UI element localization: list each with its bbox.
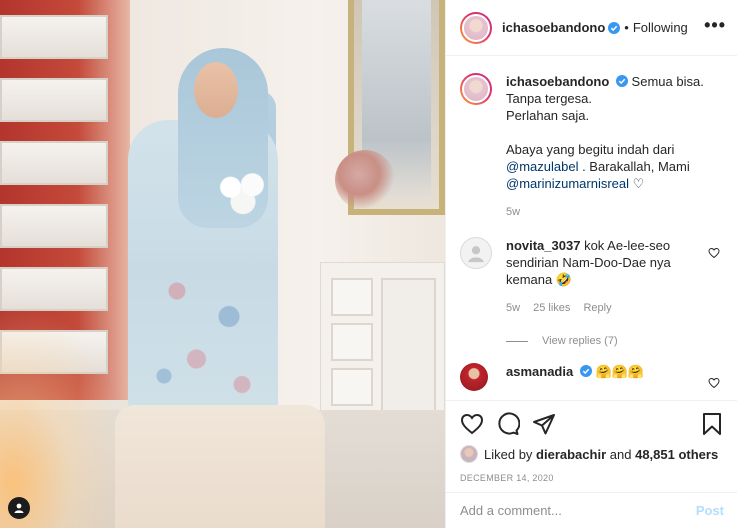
comments-list[interactable]: ichasoebandono Semua bisa. Tanpa tergesa…: [446, 57, 737, 400]
comment-item: asmanadia 🤗🤗🤗: [460, 363, 724, 391]
photo-shutter: [0, 15, 108, 59]
post-side-panel: ichasoebandono • Following ••• ichasoeba…: [445, 0, 737, 528]
user-tag-icon[interactable]: [8, 497, 30, 519]
view-replies-label: View replies (7): [542, 335, 618, 347]
photo-embroidery: [138, 240, 268, 410]
photo-bouquet: [212, 168, 274, 216]
mention-link[interactable]: @marinizumarnisreal: [506, 176, 629, 191]
heart-icon[interactable]: [708, 377, 720, 389]
verified-badge-icon: [608, 21, 621, 34]
photo-shutter: [0, 78, 108, 122]
verified-badge-icon: [579, 365, 592, 377]
mention-link[interactable]: @mazulabel: [506, 159, 578, 174]
likes-and: and: [609, 446, 632, 462]
photo-shutter: [0, 204, 108, 248]
caption-time[interactable]: 5w: [506, 204, 724, 221]
likes-summary: Liked by dierabachir and 48,851 others: [460, 445, 724, 463]
comment-text: 🤗🤗🤗: [595, 364, 645, 379]
heart-icon[interactable]: [708, 247, 720, 259]
header-username[interactable]: ichasoebandono: [502, 20, 605, 35]
more-options-icon[interactable]: •••: [704, 16, 726, 34]
caption-line: Tanpa tergesa.: [506, 91, 593, 106]
avatar[interactable]: [460, 11, 492, 44]
comment-input[interactable]: [460, 503, 696, 518]
header-separator: •: [624, 20, 629, 35]
caption: ichasoebandono Semua bisa. Tanpa tergesa…: [460, 73, 724, 221]
post-date[interactable]: DECEMBER 14, 2020: [460, 473, 724, 483]
reply-button[interactable]: Reply: [583, 302, 611, 314]
comment-username[interactable]: asmanadia: [506, 364, 573, 379]
avatar[interactable]: [460, 445, 478, 463]
likes-prefix: Liked by: [484, 446, 533, 462]
comment-time[interactable]: 5w: [506, 302, 520, 314]
comment-likes[interactable]: 25 likes: [533, 302, 570, 314]
photo-face: [194, 62, 238, 118]
comment-icon[interactable]: [496, 412, 520, 436]
view-replies-button[interactable]: View replies (7): [506, 335, 724, 347]
post-comment-button[interactable]: Post: [696, 503, 724, 518]
liker-username[interactable]: dierabachir: [536, 447, 606, 462]
likes-others[interactable]: 48,851 others: [635, 447, 718, 462]
photo-light-glow: [0, 300, 130, 528]
avatar[interactable]: [460, 237, 492, 269]
comment-username[interactable]: novita_3037: [506, 238, 580, 253]
avatar[interactable]: [460, 73, 492, 105]
photo-shutter: [0, 141, 108, 185]
caption-username[interactable]: ichasoebandono: [506, 74, 609, 89]
caption-line: Perlahan saja.: [506, 108, 590, 123]
following-button[interactable]: Following: [633, 20, 688, 35]
caption-line: Semua bisa.: [631, 74, 704, 89]
post-photo[interactable]: [0, 0, 445, 528]
caption-line: Abaya yang begitu indah dari: [506, 142, 675, 157]
bookmark-icon[interactable]: [700, 412, 724, 436]
comment-item: novita_3037 kok Ae-lee-seo sendirian Nam…: [460, 237, 724, 317]
divider: [506, 340, 528, 342]
verified-badge-icon: [615, 75, 628, 87]
photo-flower-vase: [335, 150, 395, 210]
photo-tulle-skirt: [115, 405, 325, 528]
caption-line: . Barakallah, Mami: [582, 159, 690, 174]
post-header: ichasoebandono • Following •••: [446, 0, 737, 56]
heart-glyph: ♡: [632, 176, 645, 191]
share-icon[interactable]: [532, 412, 556, 436]
heart-icon[interactable]: [460, 412, 484, 436]
avatar[interactable]: [460, 363, 488, 391]
comment-composer: Post: [446, 492, 737, 528]
